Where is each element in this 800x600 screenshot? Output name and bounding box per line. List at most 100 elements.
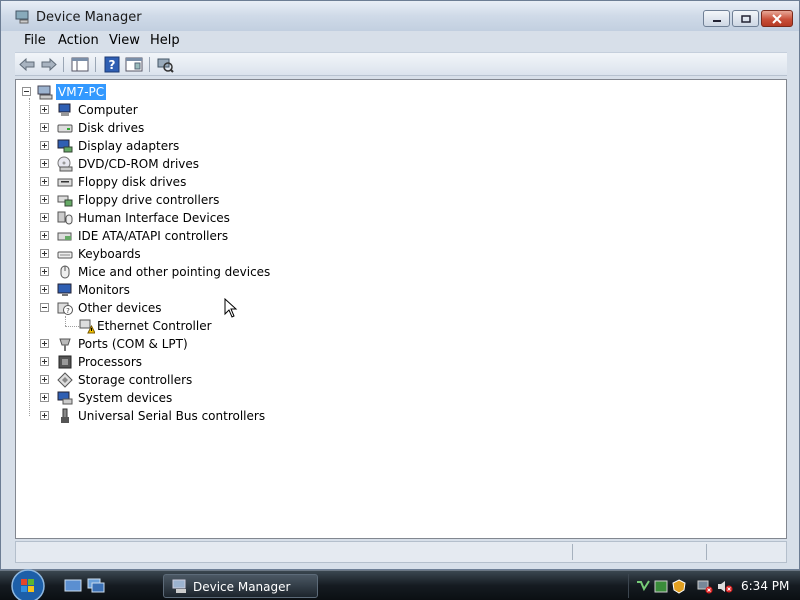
svg-text:?: ? [66, 307, 70, 315]
show-desktop-icon[interactable] [64, 578, 82, 594]
title-bar[interactable]: Device Manager [1, 1, 799, 31]
menu-view[interactable]: View [109, 33, 140, 48]
minimize-icon [712, 19, 721, 22]
tree-item[interactable]: ? Other devices [16, 299, 416, 317]
maximize-button[interactable] [732, 10, 759, 27]
expand-toggle[interactable] [40, 177, 49, 186]
device-manager-icon [15, 10, 29, 24]
tree-item[interactable]: Monitors [16, 281, 416, 299]
expand-toggle[interactable] [40, 231, 49, 240]
ide-controller-icon [57, 232, 72, 241]
properties-view-icon[interactable] [71, 56, 89, 73]
disk-drive-icon [57, 124, 73, 133]
status-bar [15, 541, 787, 563]
restore-icon [740, 14, 751, 23]
expand-toggle[interactable] [40, 285, 49, 294]
show-hide-console-tree-icon[interactable] [125, 56, 143, 73]
tree-item[interactable]: Mice and other pointing devices [16, 263, 416, 281]
monitor-icon [57, 283, 72, 296]
tree-item[interactable]: Keyboards [16, 245, 416, 263]
root-computer-name[interactable]: VM7-PC [56, 84, 107, 100]
expand-toggle[interactable] [40, 159, 49, 168]
expand-toggle[interactable] [40, 213, 49, 222]
floppy-controller-icon [57, 195, 73, 207]
scan-hardware-icon[interactable] [156, 56, 174, 73]
tree-item-label: IDE ATA/ATAPI controllers [78, 229, 229, 243]
computer-root-icon [37, 85, 53, 100]
collapse-root-toggle[interactable] [22, 87, 31, 96]
expand-toggle[interactable] [40, 357, 49, 366]
help-icon[interactable]: ? [103, 56, 121, 73]
close-icon [772, 13, 782, 24]
computer-icon [58, 103, 71, 116]
tree-child-label: Ethernet Controller [97, 319, 212, 333]
expand-toggle[interactable] [40, 195, 49, 204]
floppy-drive-icon [57, 178, 73, 187]
tree-item[interactable]: Computer [16, 101, 416, 119]
minimize-button[interactable] [703, 10, 730, 27]
tree-root[interactable]: VM7-PC [16, 83, 416, 101]
menu-file[interactable]: File [24, 33, 46, 48]
tree-item-label: Display adapters [78, 139, 180, 153]
expand-toggle[interactable] [40, 411, 49, 420]
windows-defender-icon[interactable] [653, 579, 669, 594]
close-button[interactable] [761, 10, 793, 27]
tree-item-label: Keyboards [78, 247, 141, 261]
expand-toggle[interactable] [40, 105, 49, 114]
warning-device-icon [79, 319, 95, 334]
taskbar: Device Manager 6:34 PM [0, 567, 800, 600]
tree-item[interactable]: Universal Serial Bus controllers [16, 407, 416, 425]
device-tree[interactable]: VM7-PC Computer Disk drives Display adap… [15, 79, 787, 539]
tree-item-label: Universal Serial Bus controllers [78, 409, 266, 423]
processor-icon [58, 355, 72, 369]
tree-item[interactable]: Human Interface Devices [16, 209, 416, 227]
security-center-icon[interactable] [671, 579, 687, 594]
tree-item[interactable]: Ports (COM & LPT) [16, 335, 416, 353]
tree-item[interactable]: Disk drives [16, 119, 416, 137]
menu-help[interactable]: Help [150, 33, 180, 48]
expand-toggle[interactable] [40, 249, 49, 258]
volume-muted-icon[interactable] [717, 579, 733, 594]
safely-remove-hardware-icon[interactable] [635, 579, 651, 594]
tree-item[interactable]: Display adapters [16, 137, 416, 155]
device-manager-icon [172, 579, 186, 593]
forward-icon[interactable] [40, 56, 58, 73]
taskbar-device-manager-button[interactable]: Device Manager [163, 574, 318, 598]
collapse-toggle[interactable] [40, 303, 49, 312]
network-disconnected-icon[interactable] [697, 579, 713, 594]
tree-item-label: Disk drives [78, 121, 145, 135]
tree-item[interactable]: Processors [16, 353, 416, 371]
tree-item-label: Monitors [78, 283, 130, 297]
expand-toggle[interactable] [40, 375, 49, 384]
tree-item-label: Human Interface Devices [78, 211, 230, 225]
toolbar-separator [63, 57, 64, 72]
tree-item-label: Storage controllers [78, 373, 193, 387]
expand-toggle[interactable] [40, 123, 49, 132]
tree-item-label: Mice and other pointing devices [78, 265, 271, 279]
taskbar-clock[interactable]: 6:34 PM [741, 579, 789, 593]
tree-child-item[interactable]: Ethernet Controller [16, 317, 416, 335]
toolbar-separator [95, 57, 96, 72]
expand-toggle[interactable] [40, 267, 49, 276]
tree-item-label: Floppy drive controllers [78, 193, 220, 207]
keyboard-icon [57, 251, 73, 259]
expand-toggle[interactable] [40, 393, 49, 402]
tree-item[interactable]: Floppy drive controllers [16, 191, 416, 209]
storage-controller-icon [57, 372, 73, 388]
back-icon[interactable] [18, 56, 36, 73]
port-icon [59, 338, 71, 351]
start-button[interactable] [6, 567, 50, 600]
switch-windows-icon[interactable] [87, 578, 105, 594]
tree-item[interactable]: Floppy disk drives [16, 173, 416, 191]
menu-action[interactable]: Action [58, 33, 99, 48]
tree-item[interactable]: System devices [16, 389, 416, 407]
tree-item[interactable]: DVD/CD-ROM drives [16, 155, 416, 173]
tree-item-label: Ports (COM & LPT) [78, 337, 188, 351]
system-tray: 6:34 PM [628, 574, 798, 598]
tree-item-label: Computer [78, 103, 138, 117]
tree-item[interactable]: IDE ATA/ATAPI controllers [16, 227, 416, 245]
status-divider [572, 544, 573, 560]
expand-toggle[interactable] [40, 339, 49, 348]
tree-item[interactable]: Storage controllers [16, 371, 416, 389]
expand-toggle[interactable] [40, 141, 49, 150]
